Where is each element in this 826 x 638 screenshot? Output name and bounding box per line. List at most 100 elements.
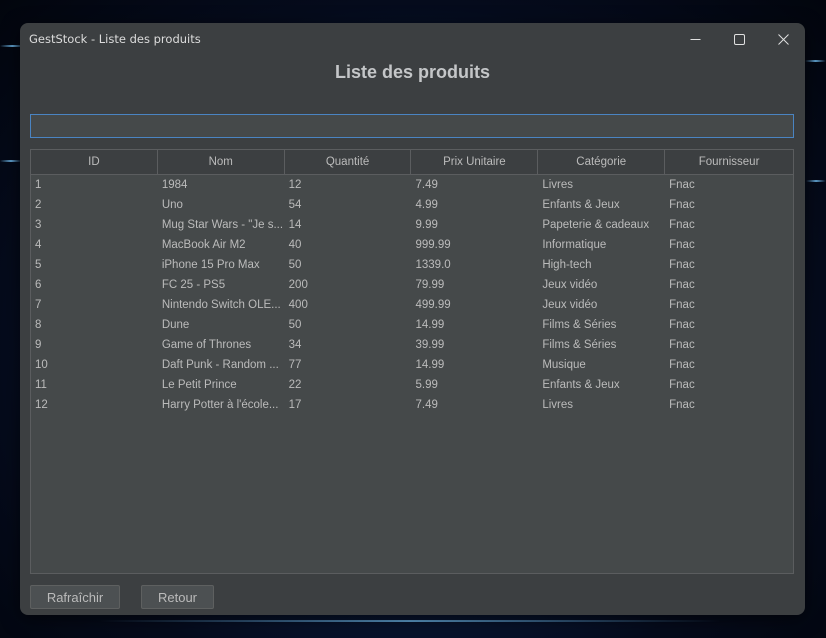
cell-categorie: Jeux vidéo — [542, 279, 598, 291]
cell-categorie: Informatique — [542, 239, 607, 251]
table-row[interactable]: 9 Game of Thrones 34 39.99 Films & Séries Fna… — [31, 335, 793, 355]
cell-categorie: Enfants & Jeux — [542, 199, 620, 211]
page-title: Liste des produits — [334, 62, 491, 82]
table-header: ID Nom Quantité Prix Unitaire Catégorie … — [31, 150, 793, 175]
cell-categorie: Papeterie & cadeaux — [542, 219, 650, 231]
cell-fournisseur: Fnac — [669, 259, 695, 271]
cell-nom: FC 25 - PS5 — [161, 279, 226, 291]
cell-id: 8 — [35, 319, 42, 331]
cell-quantite: 17 — [288, 399, 302, 411]
cell-quantite: 12 — [288, 179, 302, 191]
refresh-button[interactable]: Rafraîchir — [30, 585, 120, 609]
maximize-icon — [733, 33, 745, 45]
cell-fournisseur: Fnac — [669, 279, 695, 291]
close-icon — [777, 33, 789, 45]
cell-id: 4 — [35, 239, 42, 251]
cell-prix: 7.49 — [415, 179, 438, 191]
table-row[interactable]: 10 Daft Punk - Random ... 77 14.99 Musique Fn… — [31, 355, 793, 375]
table-body: 1 1984 12 7.49 Livres Fnac 2 Uno 54 4.99 Enfants … — [31, 175, 793, 415]
cell-nom: Dune — [161, 319, 190, 331]
cell-id: 10 — [35, 359, 48, 371]
cell-prix: 79.99 — [415, 279, 445, 291]
table-row[interactable]: 7 Nintendo Switch OLE... 400 499.99 Jeux vid… — [31, 295, 793, 315]
cell-categorie: Films & Séries — [542, 319, 617, 331]
cell-fournisseur: Fnac — [669, 219, 695, 231]
cell-prix: 999.99 — [415, 239, 451, 251]
table-row[interactable]: 6 FC 25 - PS5 200 79.99 Jeux vidéo Fnac — [31, 275, 793, 295]
cell-fournisseur: Fnac — [669, 359, 695, 371]
cell-prix: 5.99 — [415, 379, 438, 391]
cell-fournisseur: Fnac — [669, 319, 695, 331]
cell-id: 9 — [35, 339, 42, 351]
cell-id: 1 — [35, 179, 42, 191]
cell-quantite: 200 — [288, 279, 308, 291]
column-header-prix[interactable]: Prix Unitaire — [411, 150, 539, 174]
table-row[interactable]: 11 Le Petit Prince 22 5.99 Enfants & Jeux Fna… — [31, 375, 793, 395]
cell-nom: Game of Thrones — [161, 339, 252, 351]
cell-quantite: 14 — [288, 219, 302, 231]
cell-categorie: Enfants & Jeux — [542, 379, 620, 391]
cell-id: 2 — [35, 199, 42, 211]
cell-prix: 499.99 — [415, 299, 451, 311]
cell-nom: Nintendo Switch OLE... — [161, 299, 281, 311]
table-row[interactable]: 1 1984 12 7.49 Livres Fnac — [31, 175, 793, 195]
cell-quantite: 50 — [288, 319, 302, 331]
column-header-categorie[interactable]: Catégorie — [538, 150, 666, 174]
cell-fournisseur: Fnac — [669, 339, 695, 351]
cell-quantite: 54 — [288, 199, 302, 211]
cell-nom: Daft Punk - Random ... — [161, 359, 279, 371]
maximize-button[interactable] — [717, 23, 761, 55]
cell-prix: 1339.0 — [415, 259, 451, 271]
cell-id: 3 — [35, 219, 42, 231]
cell-quantite: 40 — [288, 239, 302, 251]
cell-quantite: 400 — [288, 299, 308, 311]
cell-nom: Mug Star Wars - "Je s... — [161, 219, 284, 231]
table-row[interactable]: 5 iPhone 15 Pro Max 50 1339.0 High-tech Fnac — [31, 255, 793, 275]
cell-prix: 39.99 — [415, 339, 445, 351]
cell-nom: Harry Potter à l'école... — [161, 399, 279, 411]
cell-prix: 4.99 — [415, 199, 438, 211]
close-button[interactable] — [761, 23, 805, 55]
cell-id: 12 — [35, 399, 48, 411]
cell-nom: Uno — [161, 199, 183, 211]
cell-nom: iPhone 15 Pro Max — [161, 259, 260, 271]
cell-categorie: High-tech — [542, 259, 592, 271]
app-window: GestStock - Liste des produits Liste des… — [20, 23, 805, 615]
cell-categorie: Livres — [542, 179, 573, 191]
cell-id: 5 — [35, 259, 42, 271]
table-row[interactable]: 8 Dune 50 14.99 Films & Séries Fnac — [31, 315, 793, 335]
cell-nom: MacBook Air M2 — [161, 239, 246, 251]
back-button[interactable]: Retour — [141, 585, 214, 609]
products-table: ID Nom Quantité Prix Unitaire Catégorie … — [30, 149, 794, 574]
column-header-fournisseur[interactable]: Fournisseur — [665, 150, 793, 174]
table-row[interactable]: 12 Harry Potter à l'école... 17 7.49 Livres F… — [31, 395, 793, 415]
cell-fournisseur: Fnac — [669, 239, 695, 251]
column-header-id[interactable]: ID — [31, 150, 158, 174]
cell-prix: 14.99 — [415, 319, 445, 331]
cell-quantite: 34 — [288, 339, 302, 351]
table-row[interactable]: 2 Uno 54 4.99 Enfants & Jeux Fnac — [31, 195, 793, 215]
cell-prix: 9.99 — [415, 219, 438, 231]
column-header-quantite[interactable]: Quantité — [285, 150, 412, 174]
cell-quantite: 77 — [288, 359, 302, 371]
minimize-icon — [690, 38, 700, 40]
cell-fournisseur: Fnac — [669, 399, 695, 411]
cell-categorie: Films & Séries — [542, 339, 617, 351]
cell-fournisseur: Fnac — [669, 199, 695, 211]
window-title: GestStock - Liste des produits — [29, 32, 201, 46]
column-header-nom[interactable]: Nom — [158, 150, 285, 174]
cell-prix: 7.49 — [415, 399, 438, 411]
table-row[interactable]: 4 MacBook Air M2 40 999.99 Informatique Fnac — [31, 235, 793, 255]
cell-id: 6 — [35, 279, 42, 291]
cell-fournisseur: Fnac — [669, 299, 695, 311]
minimize-button[interactable] — [673, 23, 717, 55]
cell-prix: 14.99 — [415, 359, 445, 371]
table-row[interactable]: 3 Mug Star Wars - "Je s... 14 9.99 Papeterie… — [31, 215, 793, 235]
cell-quantite: 50 — [288, 259, 302, 271]
cell-id: 7 — [35, 299, 42, 311]
search-input[interactable] — [30, 114, 794, 138]
cell-categorie: Livres — [542, 399, 573, 411]
cell-categorie: Jeux vidéo — [542, 299, 598, 311]
cell-fournisseur: Fnac — [669, 179, 695, 191]
cell-fournisseur: Fnac — [669, 379, 695, 391]
